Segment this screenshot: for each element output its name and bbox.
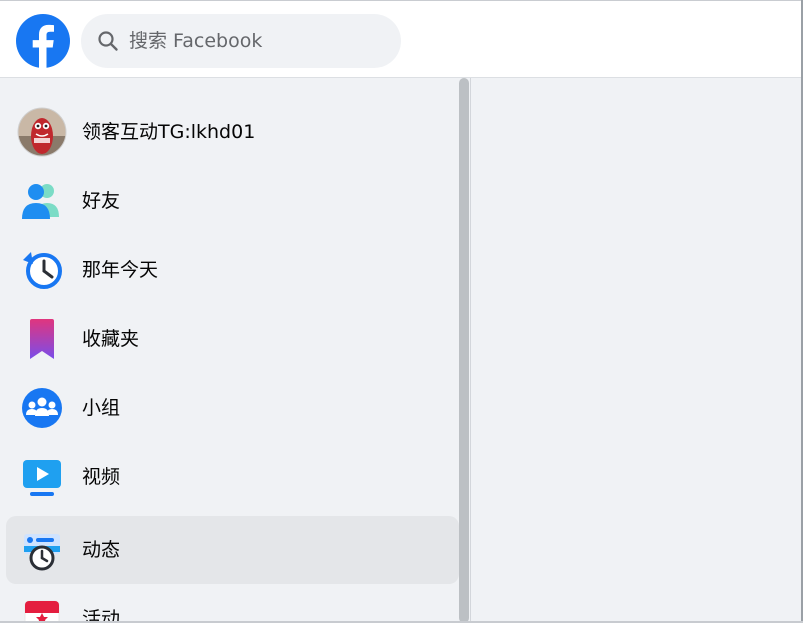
- avatar-icon: [17, 107, 67, 157]
- sidebar-item-label: 好友: [82, 190, 121, 212]
- groups-icon: [22, 388, 62, 428]
- calendar-icon: [24, 600, 60, 623]
- sidebar-item-events[interactable]: 活动: [6, 585, 459, 623]
- friends-icon: [22, 184, 59, 219]
- sidebar-item-label: 视频: [82, 466, 121, 488]
- sidebar-item-label: 动态: [82, 539, 121, 561]
- search-box[interactable]: [81, 14, 401, 68]
- sidebar-item-label: 收藏夹: [82, 328, 140, 350]
- sidebar-scrollbar[interactable]: [459, 78, 469, 623]
- left-sidebar: 领客互动TG:lkhd01 好友 那年今天 收藏夹 小组 视频 动态 活动: [0, 79, 468, 623]
- sidebar-item-label: 那年今天: [82, 259, 159, 281]
- facebook-logo-icon[interactable]: [16, 14, 70, 68]
- search-input[interactable]: [129, 24, 389, 58]
- sidebar-item-label: 小组: [82, 397, 121, 419]
- sidebar-item-profile[interactable]: 领客互动TG:lkhd01: [6, 98, 459, 166]
- bookmark-icon: [30, 319, 54, 359]
- sidebar-item-label: 活动: [82, 608, 121, 623]
- sidebar-item-saved[interactable]: 收藏夹: [6, 305, 459, 373]
- sidebar-item-groups[interactable]: 小组: [6, 374, 459, 442]
- sidebar-item-label: 领客互动TG:lkhd01: [82, 121, 256, 143]
- sidebar-item-friends[interactable]: 好友: [6, 167, 459, 235]
- feeds-icon: [24, 534, 60, 571]
- sidebar-item-memories[interactable]: 那年今天: [6, 236, 459, 304]
- main-content-area: [471, 79, 803, 623]
- memories-clock-icon: [23, 252, 62, 289]
- sidebar-item-feeds[interactable]: 动态: [6, 516, 459, 584]
- search-icon: [98, 31, 118, 51]
- sidebar-item-video[interactable]: 视频: [6, 443, 459, 511]
- top-navigation-bar: [0, 0, 803, 78]
- video-icon: [23, 460, 61, 496]
